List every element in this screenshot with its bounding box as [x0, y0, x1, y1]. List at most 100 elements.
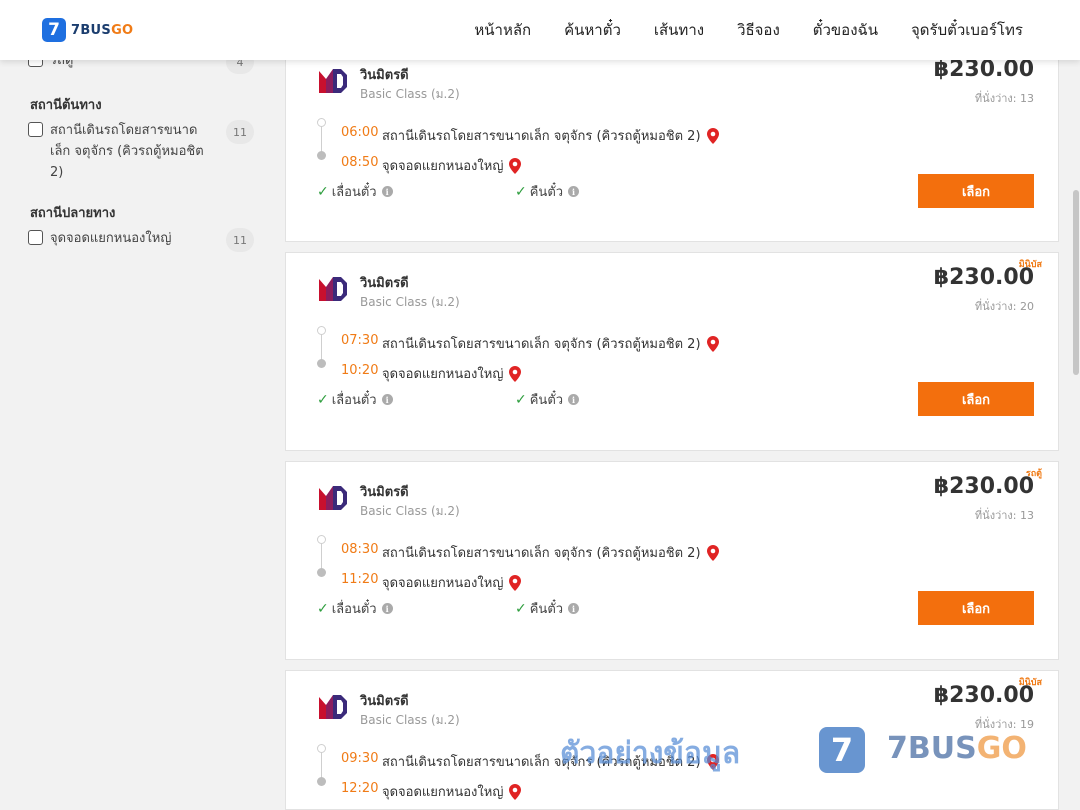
- departure-time: 06:00: [341, 125, 379, 140]
- select-trip-button[interactable]: เลือก: [918, 382, 1034, 416]
- select-trip-button[interactable]: เลือก: [918, 174, 1034, 208]
- logo-mark-icon: 7: [42, 18, 66, 42]
- departure-station: สถานีเดินรถโดยสารขนาดเล็ก จตุจักร (คิวรถ…: [382, 542, 719, 563]
- map-pin-icon[interactable]: [509, 157, 522, 174]
- nav-routes[interactable]: เส้นทาง: [654, 18, 704, 42]
- destination-section-title: สถานีปลายทาง: [30, 206, 116, 221]
- timeline-end-dot: [317, 777, 326, 786]
- operator-name: วินมิตรดี: [360, 68, 409, 83]
- timeline-start-dot: [317, 744, 326, 753]
- check-icon: ✓: [515, 391, 527, 408]
- ticket-price: ฿230.00: [933, 474, 1034, 499]
- service-class: Basic Class (ม.2): [360, 295, 460, 309]
- arrival-time: 10:20: [341, 363, 379, 378]
- ticket-price: ฿230.00: [933, 57, 1034, 82]
- seats-available: ที่นั่งว่าง: 13: [974, 509, 1034, 522]
- departure-time: 09:30: [341, 751, 379, 766]
- nav-home[interactable]: หน้าหลัก: [474, 18, 531, 42]
- page-scrollbar[interactable]: [1072, 60, 1080, 800]
- main-nav: หน้าหลัก ค้นหาตั๋ว เส้นทาง วิธีจอง ตั๋วข…: [474, 18, 1023, 42]
- arrival-station: จุดจอดแยกหนองใหญ่: [382, 155, 522, 176]
- origin-section-title: สถานีต้นทาง: [30, 98, 102, 113]
- checkbox[interactable]: [28, 230, 43, 245]
- watermark-brand: 7BUSGO: [887, 731, 1027, 766]
- seats-available: ที่นั่งว่าง: 13: [974, 92, 1034, 105]
- filter-label: สถานีเดินรถโดยสารขนาดเล็ก จตุจักร (คิวรถ…: [50, 123, 204, 180]
- operator-logo-icon: [319, 695, 347, 719]
- map-pin-icon[interactable]: [509, 783, 522, 800]
- map-pin-icon[interactable]: [706, 127, 719, 144]
- departure-station: สถานีเดินรถโดยสารขนาดเล็ก จตุจักร (คิวรถ…: [382, 125, 719, 146]
- arrival-time: 12:20: [341, 781, 379, 796]
- arrival-station: จุดจอดแยกหนองใหญ่: [382, 363, 522, 384]
- filter-count-badge: 11: [226, 228, 254, 252]
- nav-pickup-points[interactable]: จุดรับตั๋วเบอร์โทร: [911, 18, 1023, 42]
- trip-card: วินมิตรดี Basic Class (ม.2) รถตู้ ฿230.0…: [285, 461, 1059, 660]
- service-class: Basic Class (ม.2): [360, 87, 460, 101]
- scrollbar-thumb[interactable]: [1073, 190, 1079, 375]
- nav-search-ticket[interactable]: ค้นหาตั๋ว: [564, 18, 621, 42]
- departure-time: 08:30: [341, 542, 379, 557]
- feature-refund: ✓ คืนตั๋ว i: [515, 598, 580, 619]
- info-icon[interactable]: i: [381, 394, 393, 405]
- ticket-price: ฿230.00: [933, 265, 1034, 290]
- timeline-end-dot: [317, 151, 326, 160]
- logo-text: 7BUSGO: [71, 22, 134, 38]
- operator-name: วินมิตรดี: [360, 276, 409, 291]
- watermark-logo-icon: 7: [819, 727, 865, 773]
- feature-reschedule: ✓ เลื่อนตั๋ว i: [317, 181, 393, 202]
- checkbox[interactable]: [28, 122, 43, 137]
- filter-count-badge: 11: [226, 120, 254, 144]
- info-icon[interactable]: i: [568, 603, 580, 614]
- top-header: 7 7BUSGO หน้าหลัก ค้นหาตั๋ว เส้นทาง วิธี…: [0, 0, 1080, 60]
- trip-card: วินมิตรดี Basic Class (ม.2) มินิบัส ฿230…: [285, 252, 1059, 451]
- select-trip-button[interactable]: เลือก: [918, 591, 1034, 625]
- arrival-station: จุดจอดแยกหนองใหญ่: [382, 572, 522, 593]
- nav-my-tickets[interactable]: ตั๋วของฉัน: [813, 18, 878, 42]
- filter-destination-station[interactable]: จุดจอดแยกหนองใหญ่ 11: [28, 228, 254, 252]
- filter-origin-station[interactable]: สถานีเดินรถโดยสารขนาดเล็ก จตุจักร (คิวรถ…: [28, 120, 254, 183]
- departure-station: สถานีเดินรถโดยสารขนาดเล็ก จตุจักร (คิวรถ…: [382, 333, 719, 354]
- watermark-text: ตัวอย่างข้อมูล: [560, 736, 741, 771]
- map-pin-icon[interactable]: [509, 365, 522, 382]
- trip-card: วินมิตรดี Basic Class (ม.2) ฿230.00 ที่น…: [285, 44, 1059, 242]
- map-pin-icon[interactable]: [706, 335, 719, 352]
- check-icon: ✓: [515, 600, 527, 617]
- departure-time: 07:30: [341, 333, 379, 348]
- check-icon: ✓: [317, 391, 329, 408]
- check-icon: ✓: [317, 600, 329, 617]
- operator-logo-icon: [319, 486, 347, 510]
- operator-name: วินมิตรดี: [360, 485, 409, 500]
- feature-refund: ✓ คืนตั๋ว i: [515, 181, 580, 202]
- service-class: Basic Class (ม.2): [360, 713, 460, 727]
- timeline-end-dot: [317, 568, 326, 577]
- filter-sidebar: รถตู้ 4 สถานีต้นทาง สถานีเดินรถโดยสารขนา…: [0, 50, 270, 800]
- nav-how-to-book[interactable]: วิธีจอง: [737, 18, 780, 42]
- brand-logo[interactable]: 7 7BUSGO: [42, 18, 133, 42]
- operator-name: วินมิตรดี: [360, 694, 409, 709]
- filter-label: จุดจอดแยกหนองใหญ่: [50, 231, 172, 246]
- timeline-end-dot: [317, 359, 326, 368]
- timeline-start-dot: [317, 118, 326, 127]
- map-pin-icon[interactable]: [706, 544, 719, 561]
- info-icon[interactable]: i: [568, 394, 580, 405]
- check-icon: ✓: [515, 183, 527, 200]
- ticket-price: ฿230.00: [933, 683, 1034, 708]
- feature-reschedule: ✓ เลื่อนตั๋ว i: [317, 389, 393, 410]
- seats-available: ที่นั่งว่าง: 20: [974, 300, 1034, 313]
- timeline-start-dot: [317, 326, 326, 335]
- timeline-start-dot: [317, 535, 326, 544]
- info-icon[interactable]: i: [568, 186, 580, 197]
- map-pin-icon[interactable]: [509, 574, 522, 591]
- arrival-time: 08:50: [341, 155, 379, 170]
- operator-logo-icon: [319, 277, 347, 301]
- operator-logo-icon: [319, 69, 347, 93]
- arrival-station: จุดจอดแยกหนองใหญ่: [382, 781, 522, 802]
- feature-reschedule: ✓ เลื่อนตั๋ว i: [317, 598, 393, 619]
- check-icon: ✓: [317, 183, 329, 200]
- info-icon[interactable]: i: [381, 186, 393, 197]
- feature-refund: ✓ คืนตั๋ว i: [515, 389, 580, 410]
- arrival-time: 11:20: [341, 572, 379, 587]
- service-class: Basic Class (ม.2): [360, 504, 460, 518]
- info-icon[interactable]: i: [381, 603, 393, 614]
